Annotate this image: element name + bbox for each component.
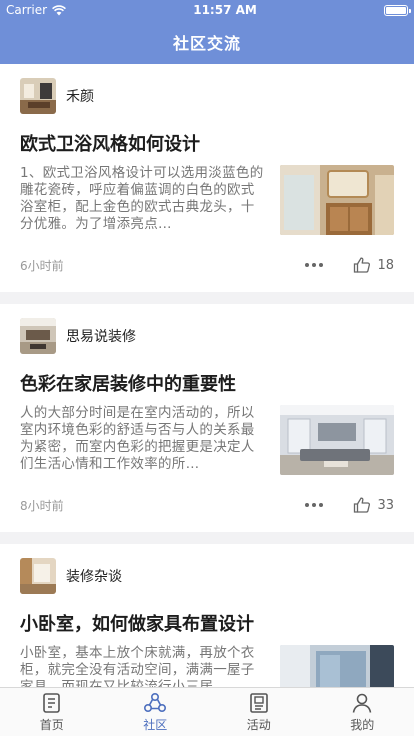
tab-label: 活动	[246, 717, 271, 732]
post-title[interactable]: 欧式卫浴风格如何设计	[20, 130, 394, 155]
post-feed[interactable]: 禾颜 欧式卫浴风格如何设计 1、欧式卫浴风格设计可以选用淡蓝色的雕花瓷砖，呼应着…	[0, 64, 414, 687]
post-title[interactable]: 色彩在家居装修中的重要性	[20, 370, 394, 395]
post-card[interactable]: 禾颜 欧式卫浴风格如何设计 1、欧式卫浴风格设计可以选用淡蓝色的雕花瓷砖，呼应着…	[0, 64, 414, 292]
battery-icon	[384, 4, 411, 16]
author-avatar[interactable]	[20, 318, 56, 354]
post-thumbnail[interactable]	[280, 645, 394, 687]
tab-activity[interactable]: 活动	[207, 688, 311, 736]
post-time: 6小时前	[20, 258, 64, 273]
more-options-button[interactable]	[303, 257, 325, 273]
like-count: 18	[377, 257, 394, 273]
post-card[interactable]: 思易说装修 色彩在家居装修中的重要性 人的大部分时间是在室内活动的，所以室内环境…	[0, 304, 414, 532]
post-thumbnail[interactable]	[280, 165, 394, 235]
page-title: 社区交流	[172, 34, 241, 53]
thumbs-up-icon	[354, 497, 371, 513]
book-icon	[42, 692, 60, 713]
author-name[interactable]: 思易说装修	[66, 326, 136, 346]
tab-community[interactable]: 社区	[104, 688, 208, 736]
user-icon	[352, 693, 372, 713]
post-thumbnail[interactable]	[280, 405, 394, 475]
status-time: 11:57 AM	[193, 3, 257, 17]
community-icon	[144, 692, 167, 712]
author-name[interactable]: 装修杂谈	[66, 566, 122, 586]
more-options-button[interactable]	[303, 497, 325, 513]
carrier-label: Carrier	[6, 3, 48, 17]
post-excerpt[interactable]: 小卧室，基本上放个床就满，再放个衣柜，就完全没有活动空间，满满一屋子家具，而现在…	[20, 645, 268, 687]
like-button[interactable]: 33	[353, 496, 394, 514]
clipboard-icon	[249, 692, 268, 713]
tab-home[interactable]: 首页	[0, 688, 104, 736]
tab-label: 首页	[39, 717, 64, 732]
post-card[interactable]: 装修杂谈 小卧室，如何做家具布置设计 小卧室，基本上放个床就满，再放个衣柜，就完…	[0, 544, 414, 687]
tab-label: 我的	[350, 717, 375, 732]
wifi-icon	[52, 4, 67, 15]
tab-label: 社区	[143, 717, 168, 732]
top-header: Carrier 11:57 AM 社区交流	[0, 0, 414, 64]
status-bar: Carrier 11:57 AM	[0, 0, 414, 20]
like-count: 33	[377, 497, 394, 513]
author-avatar[interactable]	[20, 78, 56, 114]
author-name[interactable]: 禾颜	[66, 86, 94, 106]
post-title[interactable]: 小卧室，如何做家具布置设计	[20, 610, 394, 635]
post-excerpt[interactable]: 1、欧式卫浴风格设计可以选用淡蓝色的雕花瓷砖，呼应着偏蓝调的白色的欧式浴室柜，配…	[20, 165, 268, 233]
author-avatar[interactable]	[20, 558, 56, 594]
like-button[interactable]: 18	[353, 256, 394, 274]
post-time: 8小时前	[20, 498, 64, 513]
tab-profile[interactable]: 我的	[311, 688, 414, 736]
post-excerpt[interactable]: 人的大部分时间是在室内活动的，所以室内环境色彩的舒适与否与人的关系最为紧密，而室…	[20, 405, 268, 473]
thumbs-up-icon	[354, 257, 371, 273]
tab-bar: 首页 社区 活动 我的	[0, 687, 414, 736]
